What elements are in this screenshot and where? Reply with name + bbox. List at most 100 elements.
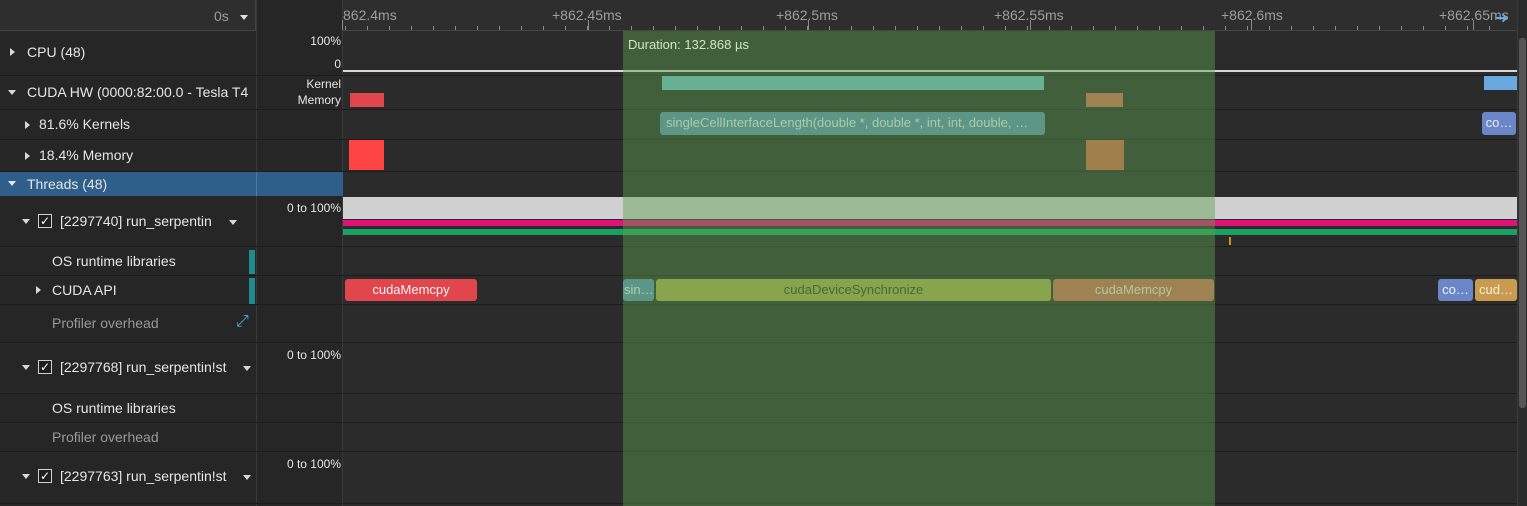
ruler-tick bbox=[895, 26, 896, 30]
collapse-icon[interactable] bbox=[22, 365, 30, 370]
ruler-tick bbox=[1005, 26, 1006, 30]
ruler-tick bbox=[631, 26, 632, 30]
ruler-tick bbox=[653, 26, 654, 30]
cpu-scale-top: 100% bbox=[310, 34, 341, 48]
thread-row[interactable]: ✓ [2297763] run_serpentin!st bbox=[0, 452, 256, 503]
cuda-hw-row[interactable]: CUDA HW (0000:82:00.0 - Tesla T4 bbox=[0, 76, 256, 109]
thread-checkbox[interactable]: ✓ bbox=[38, 214, 52, 228]
ruler-tick bbox=[1137, 26, 1138, 30]
thread-checkbox[interactable]: ✓ bbox=[38, 360, 52, 374]
api-call-bar[interactable]: co… bbox=[1438, 279, 1473, 301]
memory-transfer-bar[interactable] bbox=[349, 140, 384, 170]
expand-icon[interactable] bbox=[25, 121, 30, 129]
time-selection[interactable]: Duration: 132.868 µs bbox=[623, 31, 1215, 506]
ruler-tick bbox=[1203, 26, 1204, 30]
expand-icon[interactable]: ⤢ bbox=[236, 313, 249, 331]
kernels-label: 81.6% Kernels bbox=[39, 116, 131, 132]
ruler-tick bbox=[1071, 26, 1072, 30]
ruler-tick bbox=[1357, 26, 1358, 30]
ruler-tick bbox=[1225, 26, 1226, 30]
ruler-tick bbox=[499, 26, 500, 30]
expand-icon[interactable] bbox=[25, 152, 30, 160]
ruler-tick bbox=[1093, 26, 1094, 30]
cuda-api-label: CUDA API bbox=[52, 282, 117, 298]
ruler-tick bbox=[411, 26, 412, 30]
os-runtime-row[interactable]: OS runtime libraries bbox=[0, 394, 256, 422]
ruler-tick bbox=[433, 26, 434, 30]
os-runtime-label: OS runtime libraries bbox=[52, 253, 176, 269]
ruler-tick bbox=[1181, 26, 1182, 30]
ruler-tick bbox=[1401, 26, 1402, 30]
ruler-major-tick bbox=[1473, 20, 1474, 30]
collapse-icon[interactable] bbox=[8, 181, 16, 186]
cuda-hw-label: CUDA HW (0000:82:00.0 - Tesla T4 bbox=[27, 84, 249, 100]
selection-duration-label: Duration: 132.868 µs bbox=[628, 37, 749, 52]
activity-indicator bbox=[249, 278, 255, 304]
api-call-bar[interactable]: cudaMemcpy bbox=[345, 279, 477, 301]
thread-label: [2297740] run_serpentin bbox=[60, 213, 212, 229]
collapse-icon[interactable] bbox=[22, 474, 30, 479]
chevron-down-icon[interactable] bbox=[243, 475, 251, 480]
ruler-tick bbox=[1379, 26, 1380, 30]
thread-label: [2297768] run_serpentin!st bbox=[60, 359, 227, 375]
ruler-tick bbox=[873, 26, 874, 30]
ruler-tick bbox=[675, 26, 676, 30]
profiler-overhead-row[interactable]: Profiler overhead bbox=[0, 423, 256, 451]
thread-scale: 0 to 100% bbox=[286, 348, 341, 362]
memory-activity-bar[interactable] bbox=[350, 93, 384, 107]
ruler-tick bbox=[565, 26, 566, 30]
memory-label: 18.4% Memory bbox=[39, 147, 134, 163]
collapse-icon[interactable] bbox=[8, 90, 16, 95]
divider bbox=[256, 172, 257, 196]
thread-row[interactable]: ✓ [2297768] run_serpentin!st bbox=[0, 343, 256, 393]
cuda-api-row[interactable]: CUDA API bbox=[0, 276, 256, 304]
ruler-tick bbox=[961, 26, 962, 30]
ruler-tick bbox=[1115, 26, 1116, 30]
profiler-overhead-row[interactable]: Profiler overhead ⤢ bbox=[0, 305, 256, 342]
memory-lane-label: Memory bbox=[297, 93, 341, 107]
ruler-tick bbox=[1291, 26, 1292, 30]
ruler-tick bbox=[851, 26, 852, 30]
memory-row[interactable]: 18.4% Memory bbox=[0, 140, 256, 171]
ruler-tick bbox=[609, 26, 610, 30]
expand-icon[interactable] bbox=[10, 48, 15, 56]
expand-icon[interactable] bbox=[36, 286, 41, 294]
thread-row[interactable]: ✓ [2297740] run_serpentin bbox=[0, 197, 256, 246]
kernel-activity-bar[interactable] bbox=[1484, 76, 1517, 90]
ruler-major-tick bbox=[588, 20, 589, 30]
tick-label: +862.5ms bbox=[776, 7, 838, 23]
cpu-row[interactable]: CPU (48) bbox=[0, 31, 256, 75]
threads-label: Threads (48) bbox=[27, 176, 108, 192]
cpu-label: CPU (48) bbox=[27, 44, 86, 60]
threads-header[interactable]: Threads (48) bbox=[0, 172, 343, 196]
ruler-tick bbox=[697, 26, 698, 30]
arrow-right-icon[interactable]: ➜ bbox=[1495, 8, 1508, 28]
ruler-tick bbox=[1159, 26, 1160, 30]
event-marker[interactable] bbox=[1229, 237, 1231, 245]
ruler-tick bbox=[1489, 26, 1490, 30]
ruler-origin[interactable]: 0s bbox=[0, 0, 256, 31]
kernel-bar[interactable]: co… bbox=[1482, 112, 1516, 135]
scrollbar-thumb[interactable] bbox=[1519, 38, 1526, 408]
chevron-down-icon[interactable] bbox=[229, 220, 237, 225]
collapse-icon[interactable] bbox=[22, 219, 30, 224]
time-ruler[interactable]: 862.4ms +862.45ms +862.5ms +862.55ms +86… bbox=[342, 0, 1517, 31]
ruler-tick bbox=[1313, 26, 1314, 30]
origin-dropdown-icon[interactable] bbox=[240, 15, 248, 20]
os-runtime-label: OS runtime libraries bbox=[52, 400, 176, 416]
ruler-tick bbox=[1445, 26, 1446, 30]
ruler-tick bbox=[719, 26, 720, 30]
thread-checkbox[interactable]: ✓ bbox=[38, 469, 52, 483]
activity-indicator bbox=[249, 250, 255, 274]
api-call-bar[interactable]: cud… bbox=[1475, 279, 1517, 301]
thread-scale: 0 to 100% bbox=[286, 201, 341, 215]
ruler-tick bbox=[1027, 26, 1028, 30]
ruler-major-tick bbox=[808, 20, 809, 30]
ruler-tick bbox=[521, 26, 522, 30]
origin-label: 0s bbox=[214, 8, 229, 24]
chevron-down-icon[interactable] bbox=[243, 366, 251, 371]
os-runtime-row[interactable]: OS runtime libraries bbox=[0, 247, 256, 275]
tick-label: +862.45ms bbox=[552, 7, 622, 23]
ruler-tick bbox=[389, 26, 390, 30]
kernels-row[interactable]: 81.6% Kernels bbox=[0, 110, 256, 139]
